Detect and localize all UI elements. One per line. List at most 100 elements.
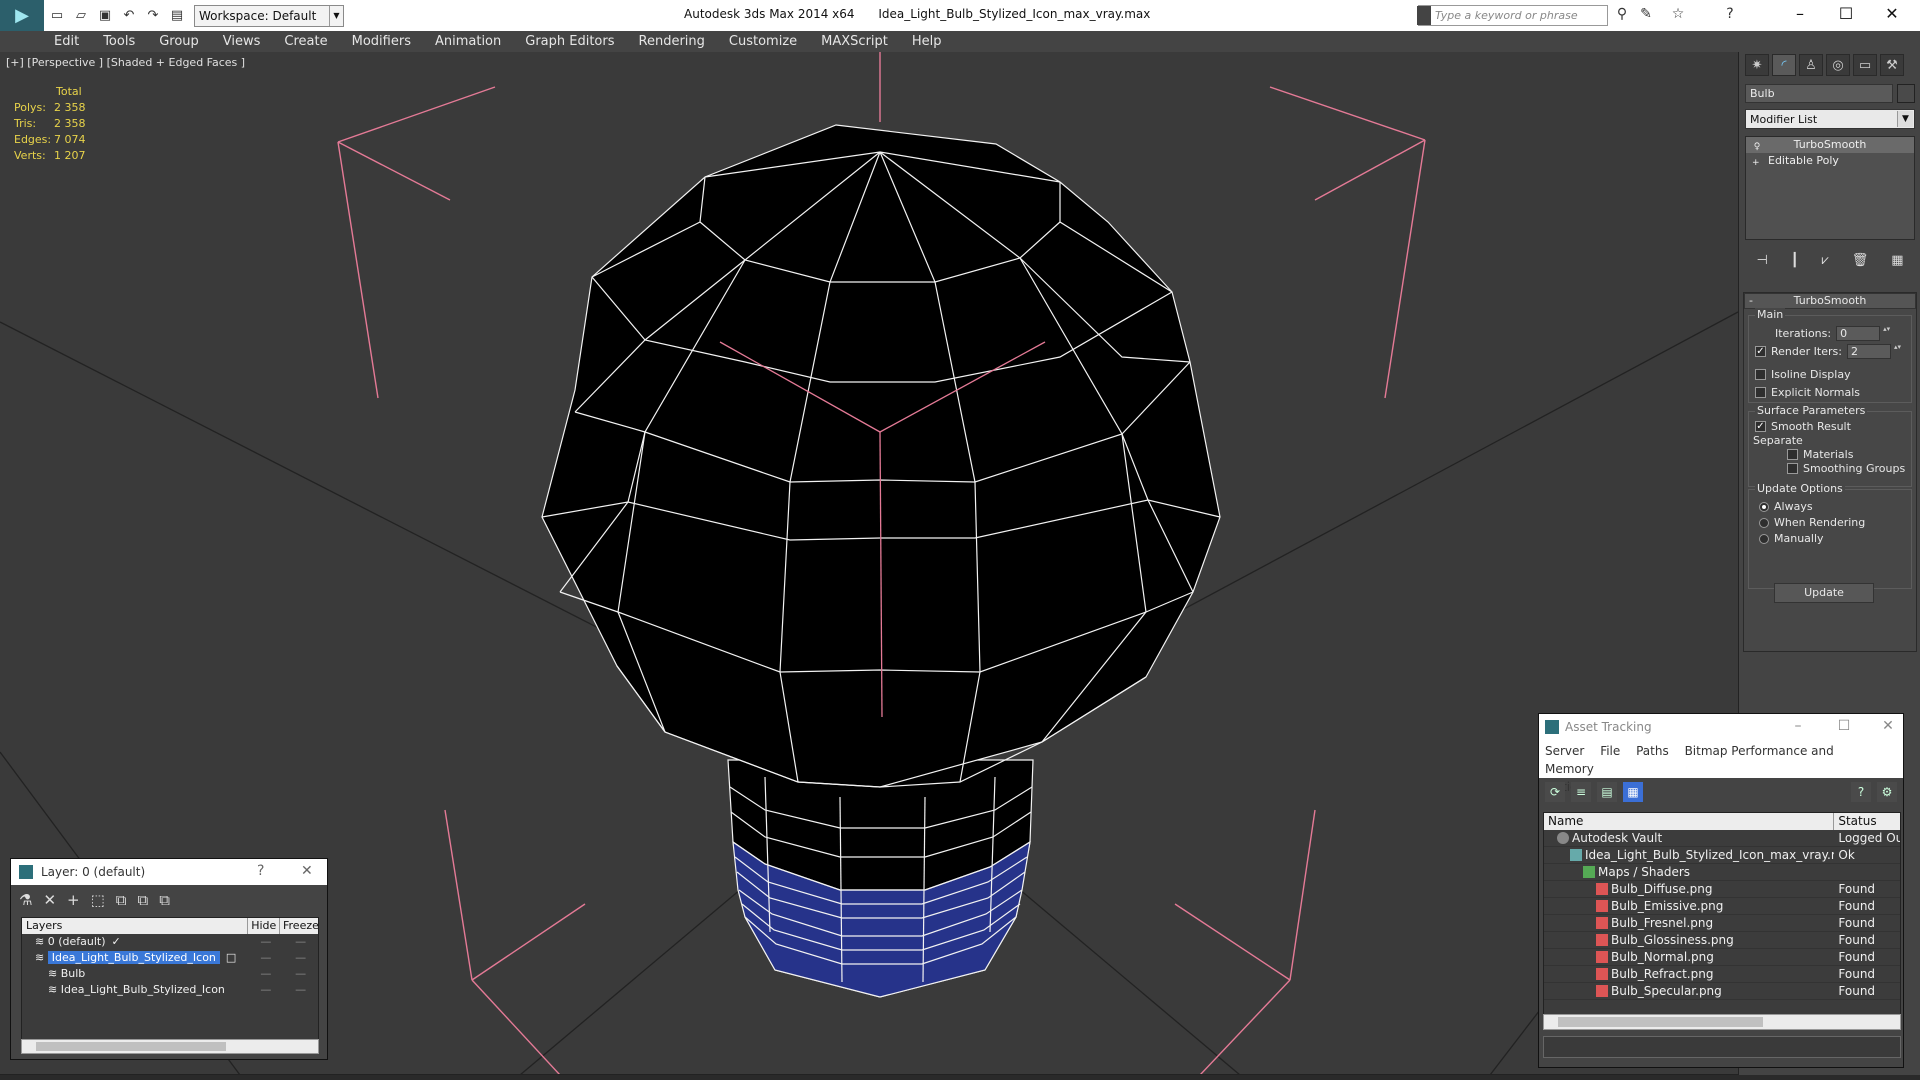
maximize-button[interactable]: ☐ [1829, 718, 1859, 734]
refresh-icon[interactable]: ⟳ [1545, 782, 1565, 802]
project-folder-icon[interactable]: ▤ [166, 5, 188, 27]
utilities-tab-icon[interactable]: ⚒ [1880, 54, 1904, 76]
asset-tracking-titlebar[interactable]: Asset Tracking – ☐ ✕ [1539, 714, 1903, 740]
asset-row[interactable]: Bulb_Emissive.png Found [1544, 898, 1900, 915]
horizontal-scrollbar[interactable] [21, 1039, 319, 1054]
subscription-icon[interactable]: ✎ [1636, 6, 1656, 26]
show-end-result-icon[interactable]: ┃ [1791, 253, 1799, 268]
freeze-all-layers-icon[interactable]: ⧉ [159, 891, 170, 909]
stack-item-editable-poly[interactable]: + Editable Poly [1746, 153, 1914, 169]
object-name-field[interactable]: Bulb [1745, 84, 1893, 103]
select-in-layer-icon[interactable]: ⬚ [91, 891, 105, 909]
when-rendering-radio[interactable] [1759, 517, 1769, 528]
add-layer-icon[interactable]: + [67, 891, 80, 909]
search-expand-icon[interactable] [1417, 6, 1431, 25]
layer-row[interactable]: ≋ 0 (default) ✓ — — [22, 934, 318, 950]
display-tab-icon[interactable]: ▭ [1853, 54, 1877, 76]
asset-row[interactable]: Bulb_Normal.png Found [1544, 949, 1900, 966]
lightbulb-icon[interactable]: ♀ [1752, 139, 1762, 152]
menu-views[interactable]: Views [223, 34, 261, 49]
current-layer-marker[interactable]: □ [226, 951, 236, 964]
layer-row[interactable]: ≋ Idea_Light_Bulb_Stylized_Icon — — [22, 982, 318, 998]
layer-explorer-titlebar[interactable]: Layer: 0 (default) ? ✕ [11, 859, 327, 885]
remove-modifier-icon[interactable]: 🗑 [1852, 253, 1869, 268]
asset-row[interactable]: Bulb_Diffuse.png Found [1544, 881, 1900, 898]
column-freeze[interactable]: Freeze [280, 918, 319, 934]
expand-icon[interactable]: + [1752, 155, 1762, 168]
layers-tool-icon[interactable]: ⚗ [19, 891, 32, 909]
modifier-list-dropdown[interactable]: Modifier List ▼ [1745, 109, 1915, 129]
asset-row[interactable]: Autodesk Vault Logged Ou [1544, 830, 1900, 847]
smooth-result-checkbox[interactable]: ✓ [1755, 421, 1766, 432]
help-icon[interactable]: ? [1851, 782, 1871, 802]
asset-row[interactable]: Bulb_Fresnel.png Found [1544, 915, 1900, 932]
new-file-icon[interactable]: ▭ [46, 5, 68, 27]
freeze-toggle[interactable]: — [283, 950, 318, 966]
settings-icon[interactable]: ⚙ [1877, 782, 1897, 802]
explicit-normals-checkbox[interactable] [1755, 387, 1766, 398]
search-input[interactable]: Type a keyword or phrase [1417, 5, 1608, 26]
help-icon[interactable]: ? [257, 863, 264, 879]
hide-toggle[interactable]: — [248, 950, 283, 966]
asset-row[interactable]: Idea_Light_Bulb_Stylized_Icon_max_vray.m… [1544, 847, 1900, 864]
menu-animation[interactable]: Animation [435, 34, 501, 49]
menu-help[interactable]: Help [912, 34, 942, 49]
freeze-toggle[interactable]: — [283, 982, 318, 998]
asset-row[interactable]: Maps / Shaders [1544, 864, 1900, 881]
iterations-spinner[interactable]: 0 [1836, 326, 1891, 341]
menu-graph-editors[interactable]: Graph Editors [525, 34, 614, 49]
asset-row[interactable]: Bulb_Specular.png Found [1544, 983, 1900, 1000]
make-unique-icon[interactable]: ⩗ [1822, 253, 1829, 268]
menu-customize[interactable]: Customize [729, 34, 797, 49]
list-view-icon[interactable]: ≡ [1571, 782, 1591, 802]
modify-tab-icon[interactable]: ◜ [1772, 54, 1796, 76]
open-file-icon[interactable]: ▱ [70, 5, 92, 27]
scrollbar-thumb[interactable] [1558, 1017, 1763, 1027]
current-layer-marker[interactable]: ✓ [112, 935, 121, 948]
delete-layer-icon[interactable]: ✕ [43, 891, 56, 909]
materials-checkbox[interactable] [1787, 449, 1798, 460]
help-icon[interactable]: ? [1720, 6, 1740, 26]
redo-icon[interactable]: ↷ [142, 5, 164, 27]
scrollbar-thumb[interactable] [36, 1042, 226, 1051]
stack-item-turbosmooth[interactable]: ♀ TurboSmooth [1746, 137, 1914, 153]
minimize-button[interactable]: – [1780, 2, 1820, 26]
menu-tools[interactable]: Tools [103, 34, 135, 49]
rollout-header[interactable]: - TurboSmooth [1744, 293, 1916, 309]
hierarchy-tab-icon[interactable]: ♙ [1799, 54, 1823, 76]
viewport-label[interactable]: [+] [Perspective ] [Shaded + Edged Faces… [6, 56, 245, 69]
horizontal-scrollbar[interactable] [1543, 1014, 1901, 1030]
binoculars-icon[interactable]: ⚲ [1612, 6, 1632, 26]
smoothing-groups-checkbox[interactable] [1787, 463, 1798, 474]
column-hide[interactable]: Hide [248, 918, 280, 934]
highlight-layer-icon[interactable]: ⧉ [116, 891, 127, 909]
save-file-icon[interactable]: ▣ [94, 5, 116, 27]
menu-modifiers[interactable]: Modifiers [352, 34, 411, 49]
star-icon[interactable]: ☆ [1668, 6, 1688, 26]
create-tab-icon[interactable]: ✷ [1745, 54, 1769, 76]
isoline-checkbox[interactable] [1755, 369, 1766, 380]
hide-all-layers-icon[interactable]: ⧉ [138, 891, 149, 909]
motion-tab-icon[interactable]: ◎ [1826, 54, 1850, 76]
always-radio[interactable] [1759, 501, 1769, 512]
freeze-toggle[interactable]: — [283, 966, 318, 982]
hide-toggle[interactable]: — [249, 982, 284, 998]
menu-file[interactable]: File [1600, 744, 1620, 758]
menu-paths[interactable]: Paths [1636, 744, 1669, 758]
manually-radio[interactable] [1759, 533, 1769, 544]
close-button[interactable]: ✕ [1873, 718, 1903, 734]
layer-row[interactable]: ≋ Bulb — — [22, 966, 318, 982]
menu-create[interactable]: Create [284, 34, 327, 49]
configure-sets-icon[interactable]: ▦ [1891, 253, 1903, 268]
column-status[interactable]: Status [1834, 813, 1900, 830]
detail-view-icon[interactable]: ▤ [1597, 782, 1617, 802]
hide-toggle[interactable]: — [249, 966, 284, 982]
close-button[interactable]: ✕ [301, 863, 313, 879]
column-layers[interactable]: Layers [22, 918, 249, 934]
menu-rendering[interactable]: Rendering [639, 34, 705, 49]
maximize-button[interactable]: ☐ [1826, 2, 1866, 26]
minimize-button[interactable]: – [1783, 718, 1813, 734]
asset-row[interactable]: Bulb_Glossiness.png Found [1544, 932, 1900, 949]
object-color-swatch[interactable] [1897, 84, 1915, 103]
layer-row[interactable]: ≋ Idea_Light_Bulb_Stylized_Icon □ — — [22, 950, 318, 966]
